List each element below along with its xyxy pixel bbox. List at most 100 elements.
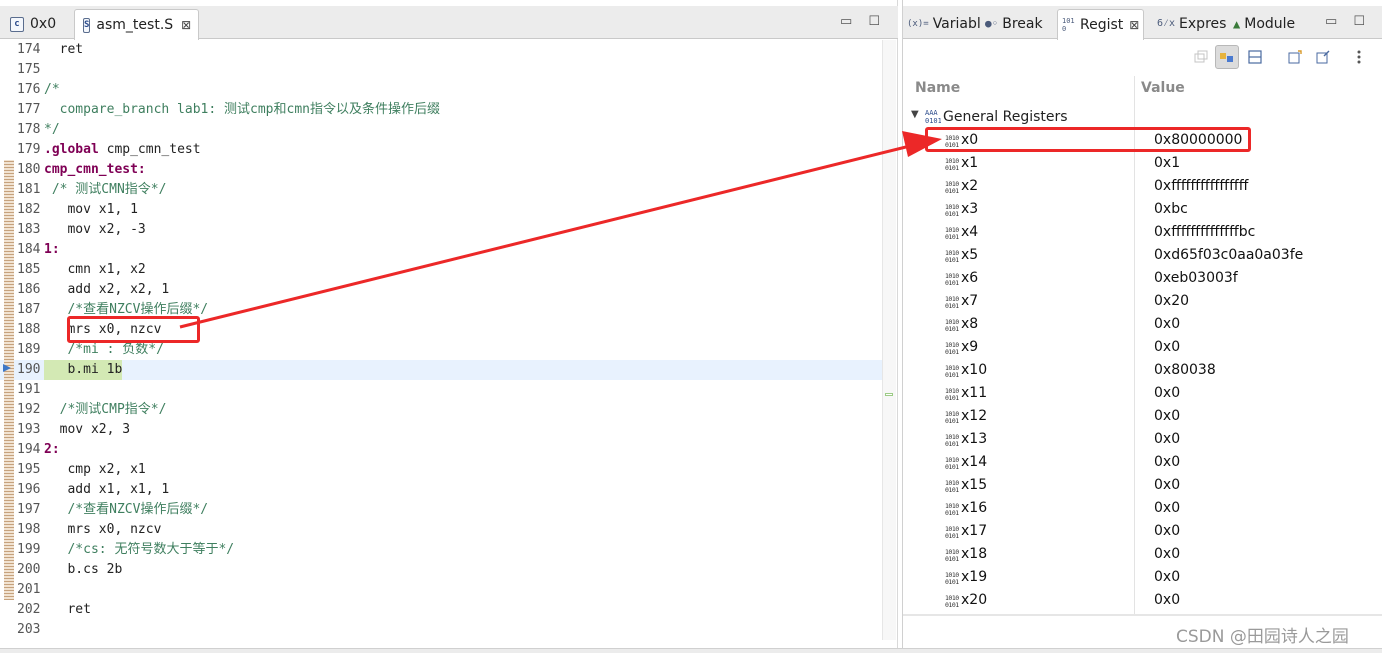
register-row-x17[interactable]: 1010 0101 x17 0x0 — [903, 520, 1382, 543]
register-value[interactable]: 0x1 — [1154, 155, 1180, 171]
code-line[interactable]: 192 /*测试CMP指令*/ — [0, 400, 882, 420]
register-row-x10[interactable]: 1010 0101 x10 0x80038 — [903, 359, 1382, 382]
register-value[interactable]: 0x0 — [1154, 316, 1180, 332]
show-type-names-icon[interactable] — [1215, 45, 1239, 69]
code-line[interactable]: 200 b.cs 2b — [0, 560, 882, 580]
code-line[interactable]: 183 mov x2, -3 — [0, 220, 882, 240]
code-line[interactable]: 180 cmp_cmn_test: — [0, 160, 882, 180]
register-value[interactable]: 0x0 — [1154, 477, 1180, 493]
register-row-x14[interactable]: 1010 0101 x14 0x0 — [903, 451, 1382, 474]
code-line[interactable]: 197 /*查看NZCV操作后缀*/ — [0, 500, 882, 520]
register-row-x9[interactable]: 1010 0101 x9 0x0 — [903, 336, 1382, 359]
code-line[interactable]: 177 compare_branch lab1: 测试cmp和cmn指令以及条件… — [0, 100, 882, 120]
register-value[interactable]: 0x0 — [1154, 454, 1180, 470]
new-view-icon[interactable] — [1283, 45, 1307, 69]
code-line[interactable]: 184 1: — [0, 240, 882, 260]
close-tab-icon[interactable]: ⊠ — [1129, 18, 1139, 32]
register-value[interactable]: 0x0 — [1154, 592, 1180, 608]
code-text: mov x1, 1 — [44, 202, 138, 217]
register-row-x4[interactable]: 1010 0101 x4 0xffffffffffffffbc — [903, 221, 1382, 244]
code-line[interactable]: 198 mrs x0, nzcv — [0, 520, 882, 540]
register-row-x2[interactable]: 1010 0101 x2 0xffffffffffffffff — [903, 175, 1382, 198]
register-value[interactable]: 0x0 — [1154, 385, 1180, 401]
code-line[interactable]: 175 — [0, 60, 882, 80]
code-line[interactable]: 193 mov x2, 3 — [0, 420, 882, 440]
tab-0x0[interactable]: c 0x0 — [2, 9, 74, 39]
register-value[interactable]: 0x0 — [1154, 408, 1180, 424]
breakpoints-icon: ●◦ — [985, 17, 999, 30]
register-value[interactable]: 0xd65f03c0aa0a03fe — [1154, 247, 1303, 263]
name-column-header[interactable]: Name — [915, 80, 960, 96]
tab-registers[interactable]: 1010 Regist ⊠ — [1057, 9, 1145, 40]
registers-hscroll[interactable] — [903, 614, 1382, 616]
register-row-x8[interactable]: 1010 0101 x8 0x0 — [903, 313, 1382, 336]
line-number: 190 — [17, 362, 41, 377]
register-row-x13[interactable]: 1010 0101 x13 0x0 — [903, 428, 1382, 451]
register-value[interactable]: 0x0 — [1154, 339, 1180, 355]
register-row-x3[interactable]: 1010 0101 x3 0xbc — [903, 198, 1382, 221]
tab-expressions[interactable]: 6⁄x Expres — [1157, 9, 1226, 39]
register-row-x12[interactable]: 1010 0101 x12 0x0 — [903, 405, 1382, 428]
line-number: 183 — [17, 222, 41, 237]
code-line[interactable]: 176/* — [0, 80, 882, 100]
code-line[interactable]: 181 /* 测试CMN指令*/ — [0, 180, 882, 200]
code-line[interactable]: 191 — [0, 380, 882, 400]
register-row-x20[interactable]: 1010 0101 x20 0x0 — [903, 589, 1382, 612]
register-row-x6[interactable]: 1010 0101 x6 0xeb03003f — [903, 267, 1382, 290]
register-value[interactable]: 0x0 — [1154, 431, 1180, 447]
tab-modules[interactable]: ▲ Module — [1233, 9, 1295, 39]
register-value[interactable]: 0x0 — [1154, 523, 1180, 539]
register-row-x11[interactable]: 1010 0101 x11 0x0 — [903, 382, 1382, 405]
register-value[interactable]: 0x0 — [1154, 546, 1180, 562]
register-row-x15[interactable]: 1010 0101 x15 0x0 — [903, 474, 1382, 497]
value-column-header[interactable]: Value — [1141, 80, 1185, 96]
code-line[interactable]: 189 /*mi : 负数*/ — [0, 340, 882, 360]
register-row-x5[interactable]: 1010 0101 x5 0xd65f03c0aa0a03fe — [903, 244, 1382, 267]
minimize-icon[interactable]: ▭ — [1325, 14, 1337, 29]
register-value[interactable]: 0x20 — [1154, 293, 1189, 309]
add-register-group-icon[interactable] — [1189, 45, 1213, 69]
register-value[interactable]: 0x80038 — [1154, 362, 1216, 378]
register-row-x19[interactable]: 1010 0101 x19 0x0 — [903, 566, 1382, 589]
code-line[interactable]: 179 .global cmp_cmn_test — [0, 140, 882, 160]
code-line[interactable]: 195 cmp x2, x1 — [0, 460, 882, 480]
close-tab-icon[interactable]: ⊠ — [181, 18, 191, 32]
svg-text:0101: 0101 — [945, 509, 959, 517]
register-value[interactable]: 0xffffffffffffffff — [1154, 178, 1248, 194]
tab-asm-test[interactable]: S asm_test.S ⊠ — [74, 9, 199, 40]
code-line[interactable]: 202 ret — [0, 600, 882, 620]
code-line[interactable]: 178 */ — [0, 120, 882, 140]
register-row-x7[interactable]: 1010 0101 x7 0x20 — [903, 290, 1382, 313]
pin-view-icon[interactable] — [1311, 45, 1335, 69]
code-line[interactable]: 185 cmn x1, x2 — [0, 260, 882, 280]
code-line[interactable]: 203 — [0, 620, 882, 640]
minimize-icon[interactable]: ▭ — [840, 14, 852, 29]
code-line[interactable]: 199 /*cs: 无符号数大于等于*/ — [0, 540, 882, 560]
register-row-x16[interactable]: 1010 0101 x16 0x0 — [903, 497, 1382, 520]
code-line[interactable]: 186 add x2, x2, 1 — [0, 280, 882, 300]
code-line[interactable]: 194 2: — [0, 440, 882, 460]
register-group-row[interactable]: ▼ AAA 0101 General Registers — [903, 106, 1382, 129]
code-line[interactable]: 201 — [0, 580, 882, 600]
maximize-icon[interactable]: ☐ — [1353, 14, 1365, 29]
register-row-x18[interactable]: 1010 0101 x18 0x0 — [903, 543, 1382, 566]
tab-breakpoints[interactable]: ●◦ Break — [985, 9, 1043, 39]
code-line[interactable]: 174 ret — [0, 40, 882, 60]
expand-arrow-icon[interactable]: ▼ — [911, 109, 919, 120]
tab-variables[interactable]: (x)= Variabl — [907, 9, 981, 39]
code-text: /* 测试CMN指令*/ — [44, 182, 167, 197]
watermark: CSDN @田园诗人之园 — [1176, 627, 1349, 647]
editor-scrollbar[interactable] — [882, 40, 896, 640]
maximize-icon[interactable]: ☐ — [868, 14, 880, 29]
view-menu-icon[interactable] — [1347, 45, 1371, 69]
register-row-x1[interactable]: 1010 0101 x1 0x1 — [903, 152, 1382, 175]
code-line[interactable]: 196 add x1, x1, 1 — [0, 480, 882, 500]
code-line[interactable]: 182 mov x1, 1 — [0, 200, 882, 220]
register-value[interactable]: 0x0 — [1154, 500, 1180, 516]
layout-icon[interactable] — [1243, 45, 1267, 69]
register-value[interactable]: 0xffffffffffffffbc — [1154, 224, 1255, 240]
register-value[interactable]: 0x0 — [1154, 569, 1180, 585]
register-value[interactable]: 0xeb03003f — [1154, 270, 1238, 286]
register-value[interactable]: 0xbc — [1154, 201, 1188, 217]
code-line-current[interactable]: 190 b.mi 1b — [0, 360, 882, 380]
